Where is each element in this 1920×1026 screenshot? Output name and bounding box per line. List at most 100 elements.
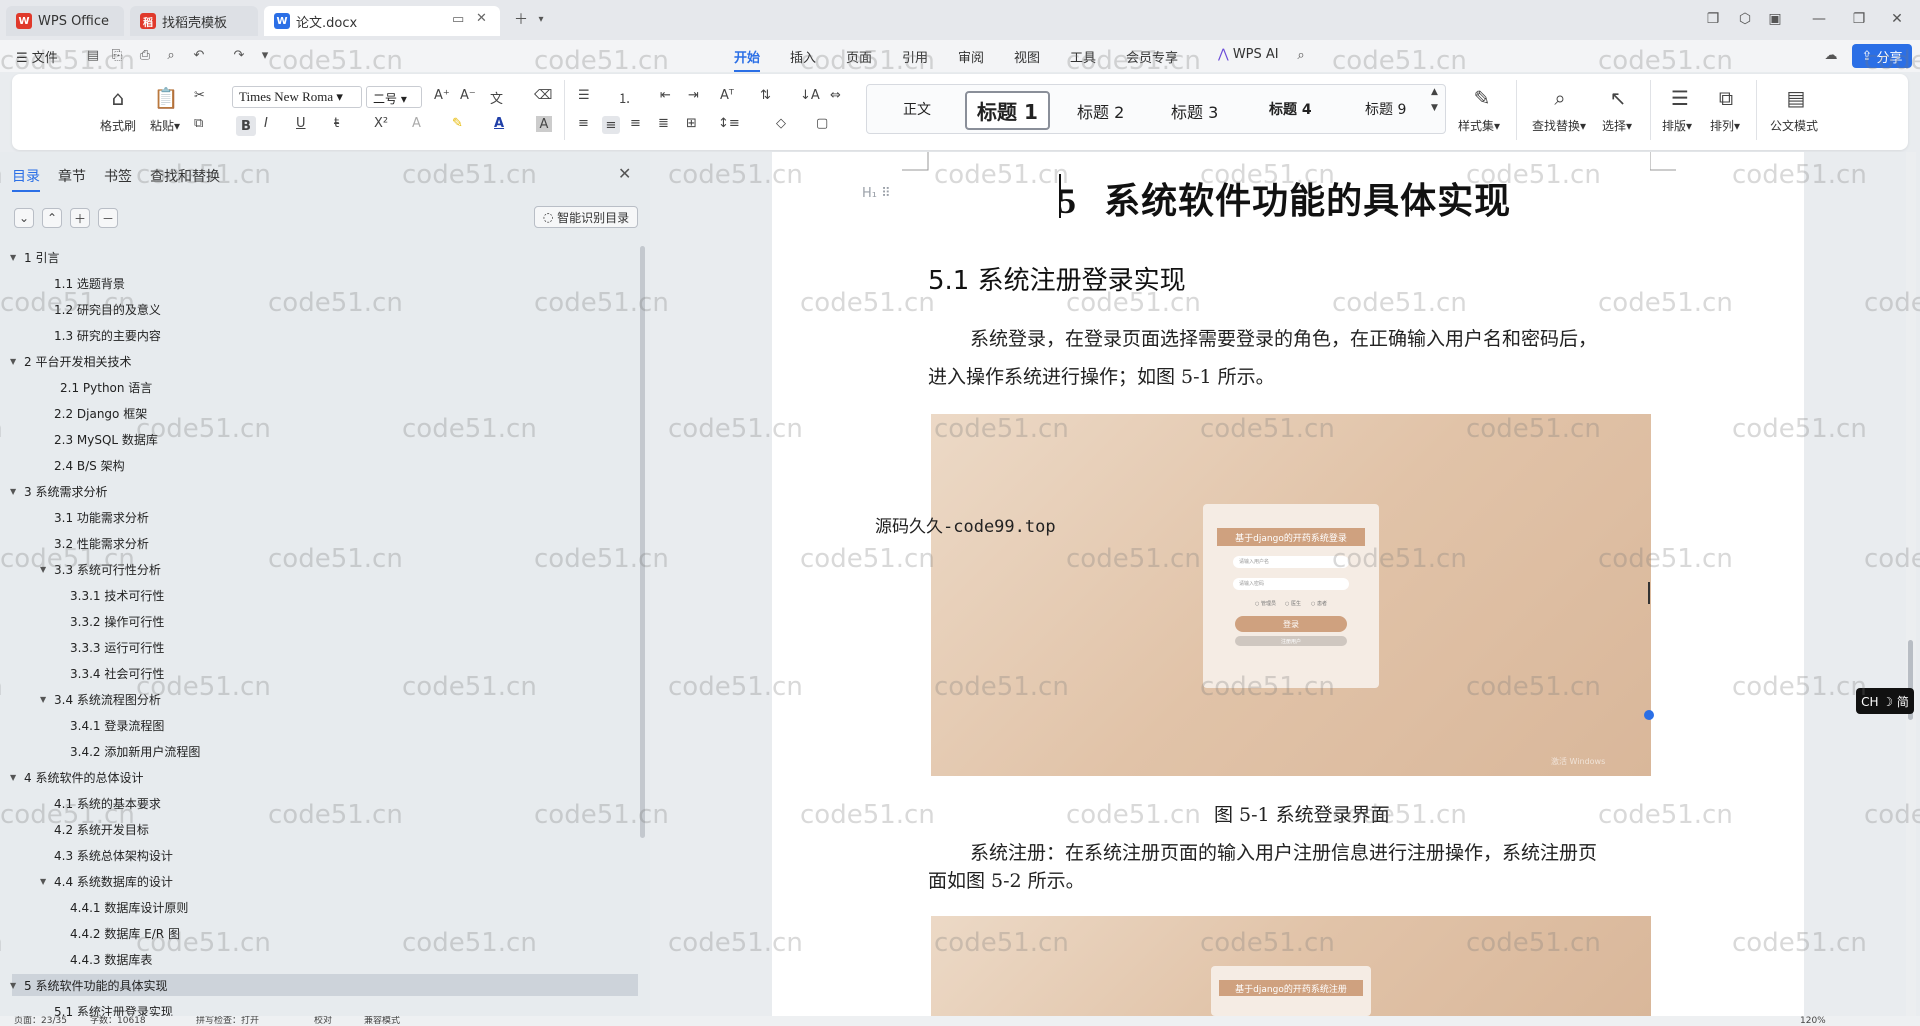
toc-item[interactable]: 1.1 选题背景 <box>0 272 620 294</box>
cloud-sync-icon[interactable]: ☁ <box>1822 46 1840 64</box>
phonetic-icon[interactable]: 文 <box>490 88 503 107</box>
toc-item[interactable]: 2.3 MySQL 数据库 <box>0 428 620 450</box>
toc-item[interactable]: ▼ 2 平台开发相关技术 <box>0 350 620 372</box>
font-size-select[interactable]: 二号 ▾ <box>366 86 422 108</box>
image-resize-handle[interactable] <box>1648 582 1650 604</box>
style-heading3[interactable]: 标题 3 <box>1171 99 1218 123</box>
char-shading-icon[interactable]: A <box>536 116 552 132</box>
minimize-icon[interactable]: — <box>1808 8 1830 30</box>
format-painter-icon[interactable]: ⌂ <box>106 86 130 110</box>
toc-scrollbar[interactable] <box>640 246 645 838</box>
align-right-icon[interactable]: ≡ <box>630 116 641 131</box>
toc-item[interactable]: 3.3.4 社会可行性 <box>0 662 620 684</box>
styles-scroll-up-icon[interactable]: ▲ <box>1431 87 1438 97</box>
toc-item[interactable]: 4.4.2 数据库 E/R 图 <box>0 922 620 944</box>
line-spacing-icon[interactable]: ⇅ <box>760 88 771 103</box>
tab-reference[interactable]: 引用 <box>902 47 928 66</box>
toc-item[interactable]: 1.2 研究目的及意义 <box>0 298 620 320</box>
smart-toc-button[interactable]: ◌ 智能识别目录 <box>534 206 638 228</box>
toc-item[interactable]: ▼ 4 系统软件的总体设计 <box>0 766 620 788</box>
tab-tools[interactable]: 工具 <box>1070 47 1096 66</box>
figure-caption[interactable]: 图 5-1 系统登录界面 <box>1214 800 1390 827</box>
para-spacing-icon[interactable]: ↕≡ <box>718 116 740 131</box>
layout-button[interactable]: 排版▾ <box>1662 117 1692 134</box>
chevron-down-icon[interactable]: ▾ <box>530 8 552 30</box>
toc-item[interactable]: 2.4 B/S 架构 <box>0 454 620 476</box>
tab-member[interactable]: 会员专享 <box>1126 47 1178 66</box>
tab-insert[interactable]: 插入 <box>790 47 816 66</box>
document-scrollbar[interactable] <box>1906 152 1916 1016</box>
sort-icon[interactable]: ↓A <box>800 88 820 103</box>
print-icon[interactable]: ⎙ <box>136 46 154 64</box>
section-heading[interactable]: 5.1 系统注册登录实现 <box>928 260 1186 297</box>
toc-item[interactable]: 4.1 系统的基本要求 <box>0 792 620 814</box>
format-painter-button[interactable]: 格式刷 <box>100 117 136 134</box>
paste-button[interactable]: 粘贴▾ <box>150 117 180 134</box>
collapse-caret-icon[interactable]: ▼ <box>40 695 52 704</box>
export-icon[interactable]: ⎘ <box>108 46 126 64</box>
ime-indicator[interactable]: CH ☽ 简 <box>1856 688 1914 714</box>
collapse-caret-icon[interactable]: ▼ <box>10 487 22 496</box>
toc-item[interactable]: 3.3.1 技术可行性 <box>0 584 620 606</box>
toc-item[interactable]: ▼ 3.4 系统流程图分析 <box>0 688 620 710</box>
grow-font-icon[interactable]: A⁺ <box>434 88 450 103</box>
justify-icon[interactable]: ≣ <box>658 116 669 131</box>
toc-item[interactable]: 4.4.1 数据库设计原则 <box>0 896 620 918</box>
toc-item[interactable]: 3.1 功能需求分析 <box>0 506 620 528</box>
remove-heading-icon[interactable]: － <box>98 208 118 228</box>
close-pane-icon[interactable]: ✕ <box>618 164 631 183</box>
tab-home[interactable]: 开始 <box>734 47 761 72</box>
add-heading-icon[interactable]: ＋ <box>70 208 90 228</box>
toc-item[interactable]: 4.3 系统总体架构设计 <box>0 844 620 866</box>
border-icon[interactable]: ▢ <box>816 116 828 131</box>
text-direction-icon[interactable]: Aᵀ <box>720 88 734 103</box>
bold-icon[interactable]: B <box>236 116 256 136</box>
search-icon[interactable]: ⌕ <box>1292 46 1310 64</box>
nav-tab-chapters[interactable]: 章节 <box>58 166 86 186</box>
paragraph-line[interactable]: 面如图 5-2 所示。 <box>928 862 1648 900</box>
more-chevron-icon[interactable]: ▾ <box>256 46 274 64</box>
multi-window-icon[interactable]: ❐ <box>1702 8 1724 30</box>
highlight-icon[interactable]: ✎ <box>452 116 463 131</box>
tab-wps-office[interactable]: W WPS Office <box>6 6 124 36</box>
chapter-heading[interactable]: 5 系统软件功能的具体实现 <box>1058 172 1511 224</box>
font-color-icon[interactable]: A <box>494 116 504 131</box>
indent-icon[interactable]: ⇥ <box>688 88 699 103</box>
toc-item[interactable]: ▼ 3.3 系统可行性分析 <box>0 558 620 580</box>
toc-item[interactable]: 3.3.3 运行可行性 <box>0 636 620 658</box>
file-menu[interactable]: ☰ 文件 <box>16 47 58 66</box>
find-replace-button[interactable]: 查找替换▾ <box>1532 117 1586 134</box>
style-set-button[interactable]: 样式集▾ <box>1458 117 1500 134</box>
underline-icon[interactable]: U <box>296 116 306 131</box>
cube-icon[interactable]: ⬡ <box>1734 8 1756 30</box>
status-proof[interactable]: 校对 <box>314 1016 332 1026</box>
style-set-icon[interactable]: ✎ <box>1470 86 1494 110</box>
toc-item[interactable]: 2.2 Django 框架 <box>0 402 620 424</box>
toc-item[interactable]: ▼ 5 系统软件功能的具体实现 <box>10 974 638 996</box>
print-preview-icon[interactable]: ⌕ <box>162 46 180 64</box>
collapse-all-icon[interactable]: ⌃ <box>42 208 62 228</box>
tab-view[interactable]: 视图 <box>1014 47 1040 66</box>
copy-icon[interactable]: ⧉ <box>194 116 203 131</box>
figure-login-screenshot[interactable]: 基于django的开药系统登录 请输入用户名 请输入密码 ○ 管理员 ○ 医生 … <box>931 414 1651 776</box>
style-heading1[interactable]: 标题 1 <box>965 91 1050 130</box>
align-left-icon[interactable]: ≡ <box>578 116 589 131</box>
toc-item[interactable]: 3.3.2 操作可行性 <box>0 610 620 632</box>
shrink-font-icon[interactable]: A⁻ <box>460 88 476 103</box>
font-family-select[interactable]: Times New Roma ▾ <box>232 86 362 108</box>
paragraph-line[interactable]: 系统登录，在登录页面选择需要登录的角色，在正确输入用户名和密码后， <box>928 320 1648 358</box>
toc-item[interactable]: ▼ 4.4 系统数据库的设计 <box>0 870 620 892</box>
paragraph-line[interactable]: 进入操作系统进行操作；如图 5-1 所示。 <box>928 358 1648 396</box>
text-effect-icon[interactable]: A <box>412 116 421 131</box>
collapse-caret-icon[interactable]: ▼ <box>40 565 52 574</box>
share-button[interactable]: ⇪ 分享 <box>1852 44 1912 68</box>
tab-review[interactable]: 审阅 <box>958 47 984 66</box>
toc-item[interactable]: 4.2 系统开发目标 <box>0 818 620 840</box>
collapse-caret-icon[interactable]: ▼ <box>40 877 52 886</box>
redo-icon[interactable]: ↷ <box>230 46 248 64</box>
superscript-icon[interactable]: X² <box>374 116 388 131</box>
collapse-caret-icon[interactable]: ▼ <box>10 253 22 262</box>
style-normal[interactable]: 正文 <box>903 99 931 119</box>
official-mode-button[interactable]: 公文模式 <box>1770 117 1818 134</box>
cut-icon[interactable]: ✂ <box>194 88 205 103</box>
